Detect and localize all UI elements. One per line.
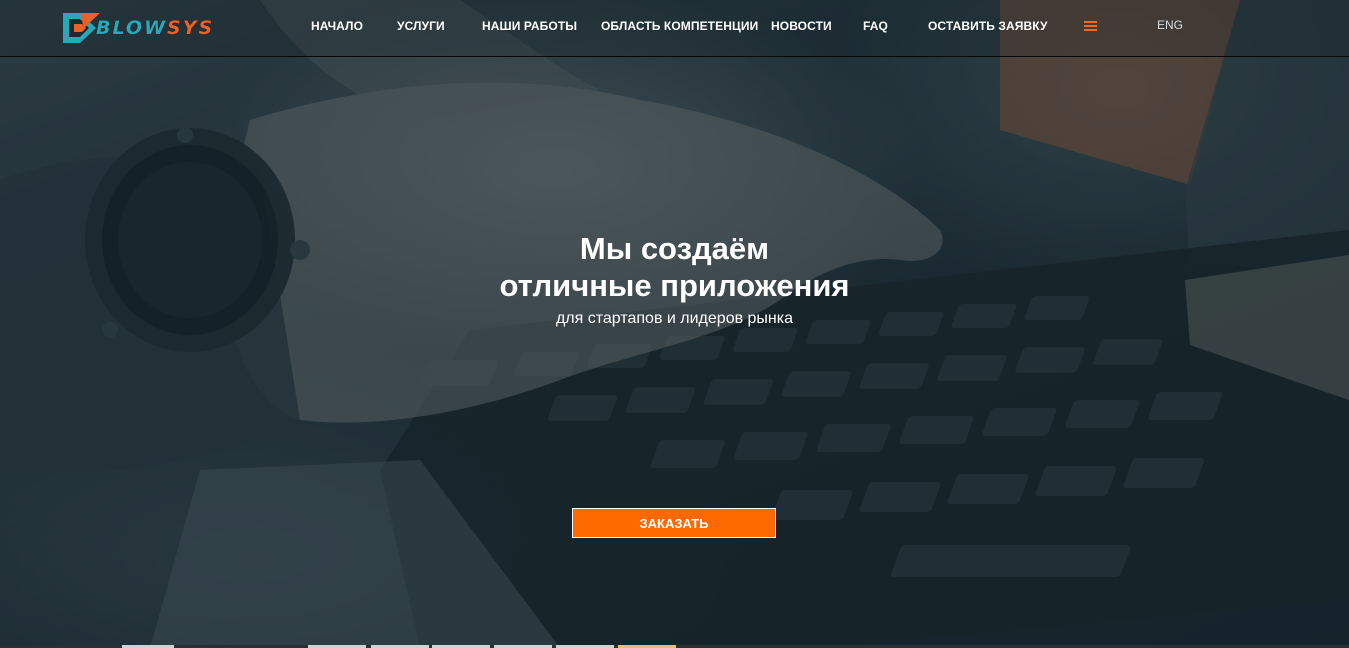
nav-item-request[interactable]: ОСТАВИТЬ ЗАЯВКУ [928,19,1048,33]
order-button[interactable]: ЗАКАЗАТЬ [572,508,776,538]
site-header: BLOWSYS НАЧАЛО УСЛУГИ НАШИ РАБОТЫ ОБЛАСТ… [0,0,1349,57]
nav-item-home[interactable]: НАЧАЛО [311,19,363,33]
hamburger-icon[interactable] [1084,21,1097,31]
nav-item-portfolio[interactable]: НАШИ РАБОТЫ [482,19,577,33]
hero-headline-line2: отличные приложения [499,268,850,303]
nav-item-news[interactable]: НОВОСТИ [771,19,832,33]
hero-subheadline: для стартапов и лидеров рынка [555,310,794,327]
hero-headline-line1: Мы создаём [579,231,770,266]
nav-item-competence[interactable]: ОБЛАСТЬ КОМПЕТЕНЦИИ [601,19,758,33]
main-nav: НАЧАЛО УСЛУГИ НАШИ РАБОТЫ ОБЛАСТЬ КОМПЕТ… [0,0,1349,57]
nav-item-faq[interactable]: FAQ [863,19,888,33]
language-switch[interactable]: ENG [1157,18,1183,32]
nav-item-services[interactable]: УСЛУГИ [397,19,445,33]
